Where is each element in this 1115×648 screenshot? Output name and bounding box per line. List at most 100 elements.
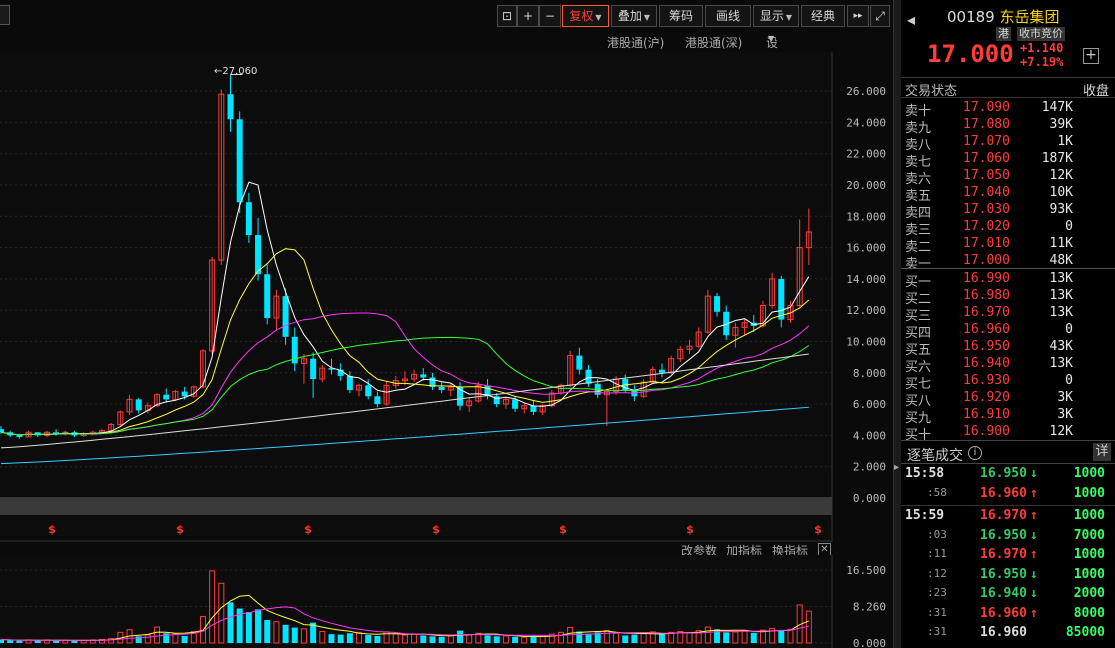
hk-connect-sh-link[interactable]: 港股通(沪) <box>607 34 664 51</box>
info-icon[interactable]: i <box>968 446 982 460</box>
level-volume: 13K <box>1049 288 1073 303</box>
tick-price: 16.940 <box>980 586 1027 601</box>
zoom-out-button[interactable]: − <box>539 5 561 27</box>
bid-row[interactable]: 买四 16.960 0 <box>901 322 1115 341</box>
level-volume: 13K <box>1049 305 1073 320</box>
hk-connect-sz-link[interactable]: 港股通(深) <box>685 34 742 51</box>
bid-row[interactable]: 买六 16.940 13K <box>901 356 1115 375</box>
lock-icon[interactable]: ⊡ <box>497 5 517 27</box>
bid-row[interactable]: 买五 16.950 43K <box>901 339 1115 358</box>
ask-row[interactable]: 卖三 17.020 0 <box>901 219 1115 238</box>
bid-row[interactable]: 买十 16.900 12K <box>901 424 1115 443</box>
volume-bar-down <box>34 640 41 643</box>
tick-row[interactable]: :11 16.970 ↑ 1000 <box>901 547 1115 566</box>
tick-row[interactable]: :12 16.950 ↓ 1000 <box>901 567 1115 586</box>
volume-bar-down <box>7 640 14 643</box>
add-watchlist-button[interactable]: + <box>1083 48 1099 64</box>
candle-body-down <box>512 399 519 409</box>
dividend-marker[interactable]: $ <box>686 523 694 536</box>
tick-price: 16.960 <box>980 485 1027 501</box>
volume-bar-down <box>291 627 298 643</box>
dividend-marker[interactable]: $ <box>48 523 56 536</box>
dividend-marker[interactable]: $ <box>559 523 567 536</box>
ask-row[interactable]: 卖五 17.040 10K <box>901 185 1115 204</box>
back-arrow-icon[interactable]: ◂ <box>907 10 915 29</box>
overlay-button[interactable]: 叠加 ▼ <box>611 5 657 27</box>
candle-body-down <box>658 369 665 373</box>
tick-price: 16.970 <box>980 547 1027 562</box>
order-book-divider <box>901 268 1115 269</box>
bid-row[interactable]: 买七 16.930 0 <box>901 373 1115 392</box>
level-price: 17.020 <box>963 219 1010 234</box>
volume-chart[interactable]: 16.500 8.260 0.000 <box>0 555 893 648</box>
level-volume: 43K <box>1049 339 1073 354</box>
dividend-marker[interactable]: $ <box>814 523 822 536</box>
candle-body-down <box>585 369 592 384</box>
ask-row[interactable]: 卖二 17.010 11K <box>901 236 1115 255</box>
ask-row[interactable]: 卖六 17.050 12K <box>901 168 1115 187</box>
chevron-down-icon: ▼ <box>643 13 651 22</box>
fuquan-label: 复权 <box>569 9 594 23</box>
volume-bar-down <box>512 636 519 643</box>
tick-row[interactable]: :58 16.960 ↑ 1000 <box>901 486 1115 505</box>
volume-bar-down <box>181 635 188 643</box>
ask-row[interactable]: 卖四 17.030 93K <box>901 202 1115 221</box>
volume-bar-down <box>484 635 491 643</box>
tick-row[interactable]: 15:59 16.970 ↑ 1000 <box>901 508 1115 527</box>
zoom-in-button[interactable]: + <box>517 5 539 27</box>
tick-row[interactable]: :23 16.940 ↓ 2000 <box>901 586 1115 605</box>
market-badge: 港 <box>996 27 1011 41</box>
candlestick-chart[interactable]: 26.000 24.000 22.000 20.000 18.000 16.000 14.0… <box>0 52 893 542</box>
dividend-marker[interactable]: $ <box>176 523 184 536</box>
panel-divider[interactable] <box>893 0 901 648</box>
collapse-arrow-icon[interactable]: ▸ <box>894 462 899 473</box>
candle-body-down <box>245 202 252 236</box>
volume-bar-down <box>282 624 289 643</box>
bid-row[interactable]: 买一 16.990 13K <box>901 271 1115 290</box>
volume-tick-label: 0.000 <box>853 637 886 648</box>
draw-button[interactable]: 画线 <box>705 5 751 27</box>
fullscreen-icon[interactable]: ⤢ <box>870 5 890 27</box>
volume-bar-down <box>631 634 638 643</box>
level-volume: 0 <box>1065 322 1073 337</box>
collapse-toggle[interactable] <box>0 5 10 25</box>
classic-button[interactable]: 经典 <box>801 5 845 27</box>
candle-body-down <box>365 385 372 397</box>
y-tick-label: 20.000 <box>846 179 886 192</box>
candle-body-down <box>310 358 317 380</box>
tick-down-arrow-icon: ↓ <box>1030 586 1038 601</box>
level-price: 16.950 <box>963 339 1010 354</box>
overlay-label: 叠加 <box>617 9 642 23</box>
dividend-marker[interactable]: $ <box>304 523 312 536</box>
tick-row[interactable]: :31 16.960 85000 <box>901 625 1115 644</box>
ticks-detail-button[interactable]: 详 <box>1093 443 1111 461</box>
level-label: 卖一 <box>905 257 932 272</box>
chips-button[interactable]: 筹码 <box>659 5 703 27</box>
volume-bar-down <box>493 636 500 643</box>
tick-row[interactable]: 15:58 16.950 ↓ 1000 <box>901 466 1115 485</box>
tick-up-arrow-icon: ↑ <box>1030 547 1038 562</box>
tick-row[interactable]: :31 16.960 ↑ 8000 <box>901 606 1115 625</box>
bid-row[interactable]: 买九 16.910 3K <box>901 407 1115 426</box>
ask-row[interactable]: 卖十 17.090 147K <box>901 100 1115 119</box>
ask-row[interactable]: 卖七 17.060 187K <box>901 151 1115 170</box>
level-volume: 3K <box>1057 407 1073 422</box>
ask-row[interactable]: 卖八 17.070 1K <box>901 134 1115 153</box>
volume-tick-label: 16.500 <box>846 564 886 577</box>
ask-row[interactable]: 卖九 17.080 39K <box>901 117 1115 136</box>
forward-icon[interactable]: ▸▸ <box>847 5 869 27</box>
tick-time: :31 <box>927 625 947 638</box>
y-tick-label: 14.000 <box>846 273 886 286</box>
level-volume: 3K <box>1057 390 1073 405</box>
level-volume: 10K <box>1049 185 1073 200</box>
candle-body-down <box>778 278 785 320</box>
tick-row[interactable]: :03 16.950 ↓ 7000 <box>901 528 1115 547</box>
display-button[interactable]: 显示 ▼ <box>753 5 799 27</box>
bid-row[interactable]: 买八 16.920 3K <box>901 390 1115 409</box>
dividend-marker[interactable]: $ <box>432 523 440 536</box>
bid-row[interactable]: 买三 16.970 13K <box>901 305 1115 324</box>
price-change: +1.140 <box>1020 41 1064 55</box>
fuquan-button[interactable]: 复权 ▼ <box>562 5 609 27</box>
volume-bar-down <box>245 612 252 643</box>
bid-row[interactable]: 买二 16.980 13K <box>901 288 1115 307</box>
